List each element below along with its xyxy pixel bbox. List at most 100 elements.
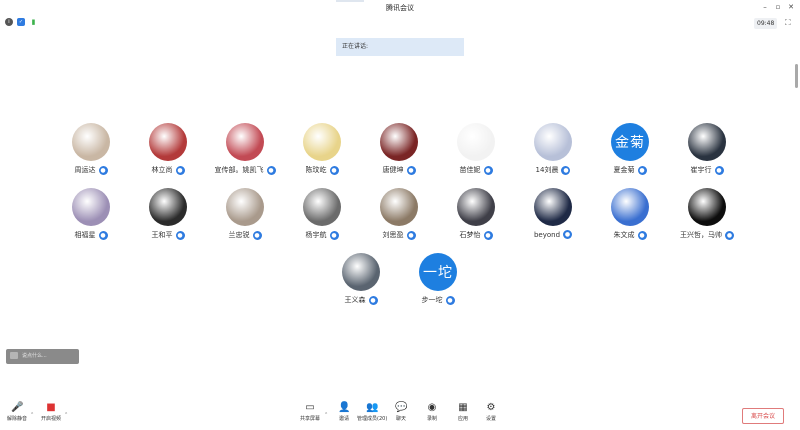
microphone-icon: ● <box>483 230 493 240</box>
scrollbar[interactable] <box>795 64 798 88</box>
audio-options-caret-icon[interactable]: ⌃ <box>30 412 34 418</box>
members-icon: 👥 <box>366 402 379 413</box>
video-options-caret-icon[interactable]: ⌃ <box>64 412 68 418</box>
minimize-icon[interactable]: – <box>760 3 770 11</box>
microphone-icon: ● <box>445 295 455 305</box>
chat-label: 聊天 <box>395 416 406 422</box>
unmute-label: 解除静音 <box>6 416 27 422</box>
video-label: 开启视频 <box>40 416 61 422</box>
share-screen-icon: ▭ <box>305 402 315 413</box>
microphone-icon: ● <box>175 165 185 175</box>
avatar <box>457 123 495 161</box>
microphone-icon: ● <box>266 165 276 175</box>
participant-name: 步一坨 <box>421 296 443 304</box>
microphone-icon: ● <box>561 165 571 175</box>
avatar: 一坨 <box>419 253 457 291</box>
title-bar: 腾讯会议 – ▫ ✕ <box>0 0 800 16</box>
chat-icon <box>10 352 18 359</box>
participant-name: 陈玟屹 <box>305 166 327 174</box>
avatar <box>380 123 418 161</box>
participant-name: 王兴哲，马帅 <box>680 231 722 239</box>
participant-name: 相福星 <box>74 231 96 239</box>
avatar <box>226 123 264 161</box>
close-icon[interactable]: ✕ <box>786 3 796 11</box>
avatar <box>149 188 187 226</box>
record-icon: ◉ <box>427 402 437 413</box>
bottom-toolbar: 🎤 解除静音 ⌃ ■ 开启视频 ⌃ ▭ 共享屏幕 ⌃ 👤 邀请 👥 管理成员(2… <box>0 400 800 430</box>
info-icon[interactable]: i <box>5 18 13 26</box>
chat-input[interactable]: 说点什么... <box>6 349 79 364</box>
status-icons: i ✓ ▮ <box>5 18 38 26</box>
share-label: 共享屏幕 <box>299 416 320 422</box>
participant-name: 杨宇航 <box>305 231 327 239</box>
fullscreen-icon[interactable]: ⛶ <box>785 18 791 28</box>
participant-name-row: 王兴哲，马帅 ● <box>662 230 752 240</box>
avatar <box>72 123 110 161</box>
participant-name-row: 崔宇行 ● <box>662 165 752 175</box>
apps-button[interactable]: ▦ 应用 <box>448 402 478 422</box>
chat-bubble-icon: 💬 <box>395 402 408 413</box>
share-options-caret-icon[interactable]: ⌃ <box>324 412 328 418</box>
participant-tile[interactable]: 王兴哲，马帅 ● <box>662 188 752 244</box>
participant-name: beyond <box>533 230 561 239</box>
microphone-icon: ● <box>329 230 339 240</box>
participant-name: 王义森 <box>344 296 366 304</box>
microphone-icon: ● <box>483 165 493 175</box>
leave-meeting-button[interactable]: 离开会议 <box>742 408 784 424</box>
video-button[interactable]: ■ 开启视频 <box>36 402 66 422</box>
avatar <box>457 188 495 226</box>
avatar <box>303 188 341 226</box>
gear-icon: ⚙ <box>486 402 496 413</box>
shield-icon[interactable]: ✓ <box>17 18 25 26</box>
participant-name-row: 步一坨 ● <box>393 295 483 305</box>
members-label: 管理成员(20) <box>357 416 388 422</box>
signal-icon[interactable]: ▮ <box>29 18 38 26</box>
avatar <box>611 188 649 226</box>
avatar <box>303 123 341 161</box>
microphone-icon: ● <box>98 165 108 175</box>
microphone-icon: ● <box>175 230 185 240</box>
apps-grid-icon: ▦ <box>458 402 468 413</box>
participant-tile[interactable]: 崔宇行 ● <box>662 123 752 179</box>
participant-tile[interactable]: 一坨步一坨 ● <box>393 253 483 309</box>
share-screen-button[interactable]: ▭ 共享屏幕 <box>295 402 325 422</box>
participant-name: 崔宇行 <box>690 166 712 174</box>
microphone-icon: ● <box>98 230 108 240</box>
participant-name: 刘思盈 <box>382 231 404 239</box>
participant-name: 王和平 <box>151 231 173 239</box>
microphone-icon: ● <box>637 230 647 240</box>
microphone-icon: ● <box>252 230 262 240</box>
participant-name: 唐健坤 <box>382 166 404 174</box>
participant-name: 林立尚 <box>151 166 173 174</box>
microphone-icon: ● <box>368 295 378 305</box>
microphone-icon: ● <box>329 165 339 175</box>
microphone-icon: ● <box>406 165 416 175</box>
apps-label: 应用 <box>457 416 468 422</box>
microphone-icon: ● <box>563 230 573 239</box>
speaking-banner: 正在讲话: <box>336 38 464 56</box>
invite-button[interactable]: 👤 邀请 <box>329 402 359 422</box>
meeting-timer: 09:48 <box>754 18 778 29</box>
microphone-icon: ● <box>406 230 416 240</box>
record-button[interactable]: ◉ 录制 <box>417 402 447 422</box>
maximize-icon[interactable]: ▫ <box>773 3 783 11</box>
participant-name: 兰忠锐 <box>228 231 250 239</box>
title-tab <box>336 0 364 2</box>
manage-members-button[interactable]: 👥 管理成员(20) <box>357 402 387 422</box>
window-title: 腾讯会议 <box>386 4 414 12</box>
microphone-icon: ● <box>714 165 724 175</box>
participant-name: 宣传部。姚凯飞 <box>214 166 264 174</box>
unmute-button[interactable]: 🎤 解除静音 <box>2 402 32 422</box>
avatar <box>226 188 264 226</box>
record-label: 录制 <box>426 416 437 422</box>
avatar <box>534 123 572 161</box>
invite-icon: 👤 <box>338 402 351 413</box>
settings-button[interactable]: ⚙ 设置 <box>476 402 506 422</box>
participant-name: 朱文成 <box>613 231 635 239</box>
participant-name: 石梦怡 <box>459 231 481 239</box>
chat-button[interactable]: 💬 聊天 <box>386 402 416 422</box>
participant-name: 周运达 <box>74 166 96 174</box>
microphone-muted-icon: 🎤 <box>11 402 24 413</box>
avatar <box>342 253 380 291</box>
invite-label: 邀请 <box>338 416 349 422</box>
